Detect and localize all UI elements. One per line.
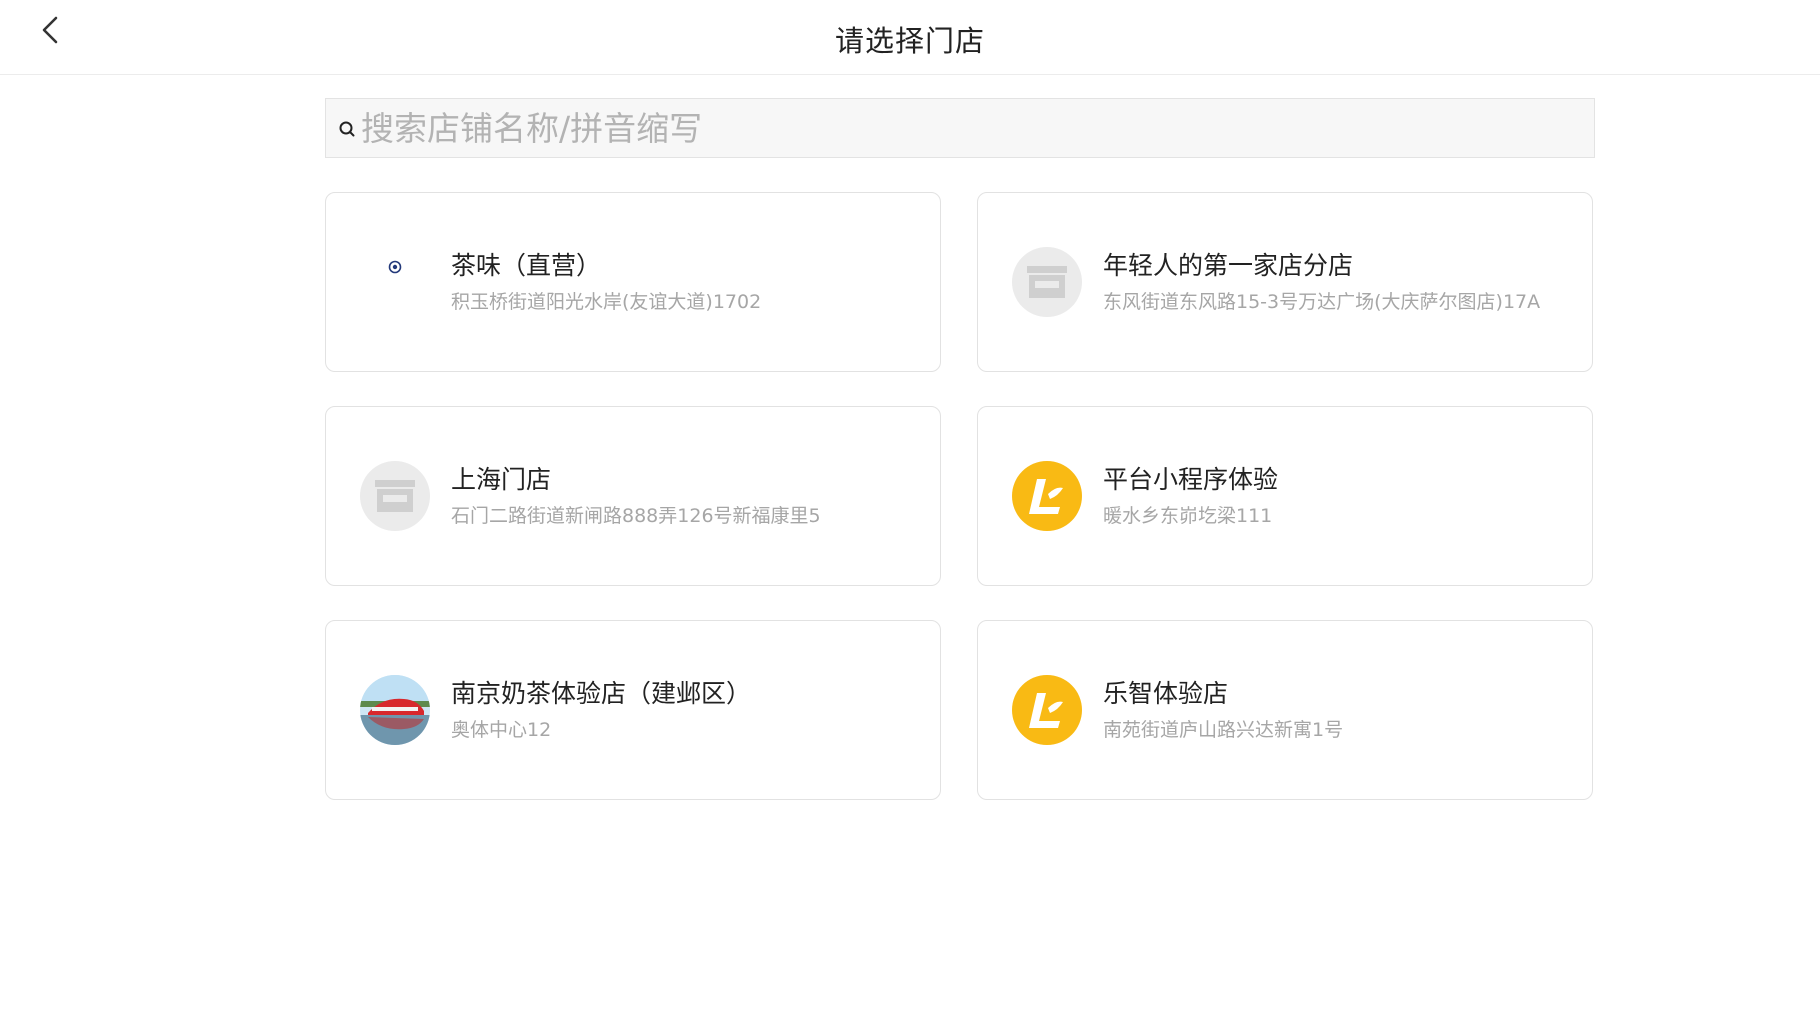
- store-logo: [360, 675, 430, 745]
- store-logo: [1012, 247, 1082, 317]
- stadium-photo-icon: [360, 675, 430, 745]
- store-info: 南京奶茶体验店（建邺区） 奥体中心12: [451, 677, 751, 743]
- store-card-platform-trial[interactable]: 平台小程序体验 暖水乡东峁圪梁111: [977, 406, 1593, 586]
- store-name: 南京奶茶体验店（建邺区）: [451, 679, 752, 708]
- store-address: 暖水乡东峁圪梁111: [1103, 505, 1273, 527]
- storefront-icon: [1027, 266, 1067, 298]
- store-card-young-branch[interactable]: 年轻人的第一家店分店 东风街道东风路15-3号万达广场(大庆萨尔图店)17A: [977, 192, 1593, 372]
- store-name: 平台小程序体验: [1103, 465, 1279, 494]
- store-address: 南苑街道庐山路兴达新寓1号: [1103, 719, 1344, 741]
- store-logo: [1012, 461, 1082, 531]
- store-list: 茶味（直营） 积玉桥街道阳光水岸(友谊大道)1702 年轻人的第一家店分店 东风…: [325, 192, 1595, 800]
- top-bar: 请选择门店: [0, 0, 1820, 75]
- store-info: 乐智体验店 南苑街道庐山路兴达新寓1号: [1103, 677, 1343, 743]
- store-info: 茶味（直营） 积玉桥街道阳光水岸(友谊大道)1702: [451, 249, 761, 315]
- store-logo: [360, 247, 430, 317]
- store-address: 奥体中心12: [451, 719, 552, 741]
- store-card-shanghai[interactable]: 上海门店 石门二路街道新闸路888弄126号新福康里5: [325, 406, 941, 586]
- store-info: 年轻人的第一家店分店 东风街道东风路15-3号万达广场(大庆萨尔图店)17A: [1103, 249, 1540, 315]
- store-card-nanjing[interactable]: 南京奶茶体验店（建邺区） 奥体中心12: [325, 620, 941, 800]
- store-card-chawei[interactable]: 茶味（直营） 积玉桥街道阳光水岸(友谊大道)1702: [325, 192, 941, 372]
- store-name: 年轻人的第一家店分店: [1103, 251, 1354, 280]
- store-address: 石门二路街道新闸路888弄126号新福康里5: [451, 505, 821, 527]
- store-name: 茶味（直营）: [451, 251, 602, 280]
- search-input[interactable]: [361, 99, 1594, 157]
- store-address: 积玉桥街道阳光水岸(友谊大道)1702: [451, 291, 762, 313]
- store-logo: [1012, 675, 1082, 745]
- store-card-lezhi[interactable]: 乐智体验店 南苑街道庐山路兴达新寓1号: [977, 620, 1593, 800]
- store-address: 东风街道东风路15-3号万达广场(大庆萨尔图店)17A: [1103, 291, 1541, 313]
- lezhi-brand-logo-icon: [1029, 693, 1063, 728]
- cha-brand-logo-icon: [388, 260, 402, 274]
- page-title: 请选择门店: [834, 24, 985, 58]
- storefront-icon: [375, 480, 415, 512]
- search-bar[interactable]: [325, 98, 1595, 158]
- store-info: 上海门店 石门二路街道新闸路888弄126号新福康里5: [451, 463, 821, 529]
- lezhi-brand-logo-icon: [1029, 479, 1063, 514]
- store-info: 平台小程序体验 暖水乡东峁圪梁111: [1103, 463, 1278, 529]
- store-name: 上海门店: [451, 465, 552, 494]
- search-icon: [339, 121, 355, 137]
- store-logo: [360, 461, 430, 531]
- store-name: 乐智体验店: [1103, 679, 1229, 708]
